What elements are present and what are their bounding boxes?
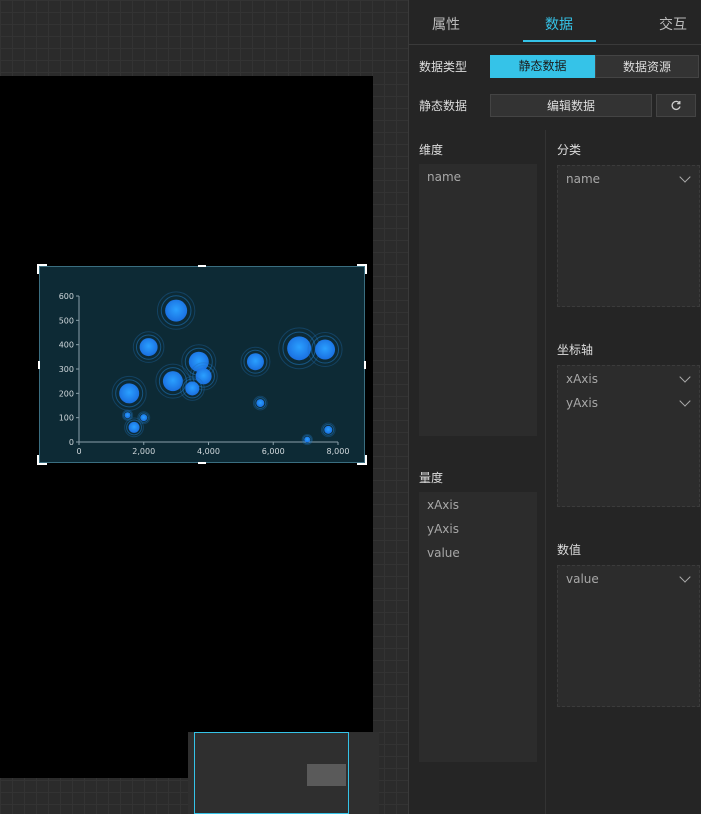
chevron-down-icon[interactable] — [679, 371, 691, 383]
x-tick-label: 4,000 — [197, 447, 220, 456]
scatter-point — [195, 368, 212, 385]
scatter-point — [324, 425, 333, 434]
resize-handle-bottom-right[interactable] — [357, 455, 367, 465]
data-resource-option[interactable]: 数据资源 — [595, 55, 699, 78]
scatter-point — [246, 353, 264, 371]
x-tick-label: 0 — [76, 447, 81, 456]
chevron-down-icon[interactable] — [679, 171, 691, 183]
edit-data-button[interactable]: 编辑数据 — [490, 94, 652, 117]
resize-handle-top[interactable] — [198, 265, 206, 267]
dimension-field-name[interactable]: name — [427, 170, 461, 184]
resize-handle-top-left[interactable] — [37, 264, 47, 274]
measure-field-yaxis[interactable]: yAxis — [427, 522, 459, 536]
scatter-point — [287, 336, 312, 361]
scatter-point — [256, 399, 265, 408]
y-tick-label: 200 — [59, 389, 74, 398]
tab-data[interactable]: 数据 — [545, 14, 573, 34]
measure-field-value[interactable]: value — [427, 546, 460, 560]
data-type-label: 数据类型 — [419, 60, 468, 74]
x-tick-label: 8,000 — [327, 447, 350, 456]
x-tick-label: 2,000 — [132, 447, 155, 456]
value-title: 数值 — [557, 543, 582, 557]
dimension-title: 维度 — [419, 143, 444, 157]
category-drop-zone[interactable]: name — [557, 165, 700, 307]
panel-tabs: 属性 数据 交互 — [409, 0, 701, 45]
refresh-icon — [671, 100, 681, 111]
editor-canvas[interactable]: 0 100 200 300 400 500 600 0 2,000 4,000 6,000 8,000 — [0, 0, 408, 814]
resize-handle-bottom-left[interactable] — [37, 455, 47, 465]
x-tick-label: 6,000 — [262, 447, 285, 456]
scatter-point — [315, 339, 336, 360]
scatter-point — [304, 436, 311, 443]
scatter-chart-widget[interactable]: 0 100 200 300 400 500 600 0 2,000 4,000 6,000 8,000 — [37, 264, 367, 465]
resize-handle-top-right[interactable] — [357, 264, 367, 274]
y-tick-label: 600 — [59, 292, 74, 301]
value-drop-zone[interactable]: value — [557, 565, 700, 707]
category-title: 分类 — [557, 143, 582, 157]
value-field-value[interactable]: value — [566, 572, 599, 586]
y-tick-label: 500 — [59, 316, 74, 325]
scatter-point — [162, 371, 183, 392]
config-panel: 属性 数据 交互 数据类型 静态数据 数据资源 静态数据 编辑数据 维度 nam… — [408, 0, 701, 814]
static-data-option[interactable]: 静态数据 — [490, 55, 595, 78]
scatter-point — [119, 383, 140, 404]
axis-title: 坐标轴 — [557, 343, 594, 357]
tab-interaction[interactable]: 交互 — [659, 14, 687, 34]
y-tick-label: 400 — [59, 341, 74, 350]
resize-handle-right[interactable] — [364, 361, 366, 369]
axis-drop-zone[interactable]: xAxis yAxis — [557, 365, 700, 507]
measure-list[interactable]: xAxis yAxis value — [419, 492, 537, 762]
axis-field-yaxis[interactable]: yAxis — [566, 396, 598, 410]
resize-handle-bottom[interactable] — [198, 462, 206, 464]
refresh-button[interactable] — [656, 94, 696, 117]
minimap-thumb[interactable] — [307, 764, 346, 786]
scatter-point — [139, 338, 158, 357]
active-tab-indicator — [523, 40, 596, 42]
y-tick-label: 0 — [69, 438, 74, 447]
measure-field-xaxis[interactable]: xAxis — [427, 498, 459, 512]
axis-field-xaxis[interactable]: xAxis — [566, 372, 598, 386]
category-field-name[interactable]: name — [566, 172, 600, 186]
scatter-point — [185, 381, 200, 396]
scatter-point — [165, 299, 188, 322]
dimension-list[interactable]: name — [419, 164, 537, 436]
column-divider — [545, 130, 546, 814]
chevron-down-icon[interactable] — [679, 571, 691, 583]
static-data-label: 静态数据 — [419, 99, 468, 113]
measure-title: 量度 — [419, 471, 444, 485]
scatter-point — [140, 414, 148, 422]
y-tick-label: 100 — [59, 414, 74, 423]
tab-properties[interactable]: 属性 — [432, 14, 460, 34]
scatter-chart: 0 100 200 300 400 500 600 0 2,000 4,000 6,000 8,000 — [59, 291, 350, 456]
scatter-point — [128, 421, 140, 433]
resize-handle-left[interactable] — [38, 361, 40, 369]
scatter-point — [124, 412, 131, 419]
chevron-down-icon[interactable] — [679, 395, 691, 407]
y-tick-label: 300 — [59, 365, 74, 374]
minimap[interactable] — [188, 732, 379, 814]
